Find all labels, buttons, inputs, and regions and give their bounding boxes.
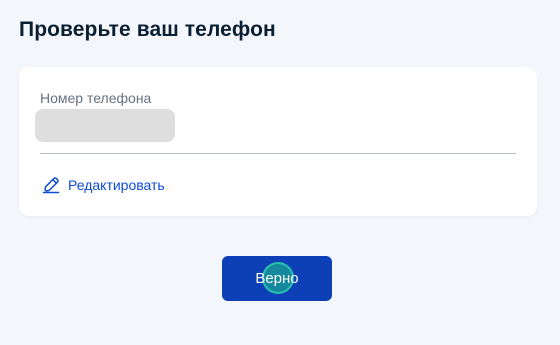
edit-phone-label: Редактировать <box>68 177 165 193</box>
page-title: Проверьте ваш телефон <box>19 18 276 41</box>
confirm-button[interactable]: Верно <box>222 256 332 301</box>
field-divider <box>40 153 516 154</box>
pencil-icon <box>42 176 60 194</box>
masked-phone-value <box>35 109 175 142</box>
confirm-button-label: Верно <box>255 270 299 287</box>
edit-phone-link[interactable]: Редактировать <box>42 176 165 194</box>
phone-card: Номер телефона Редактировать <box>19 67 537 216</box>
phone-label: Номер телефона <box>40 90 152 106</box>
